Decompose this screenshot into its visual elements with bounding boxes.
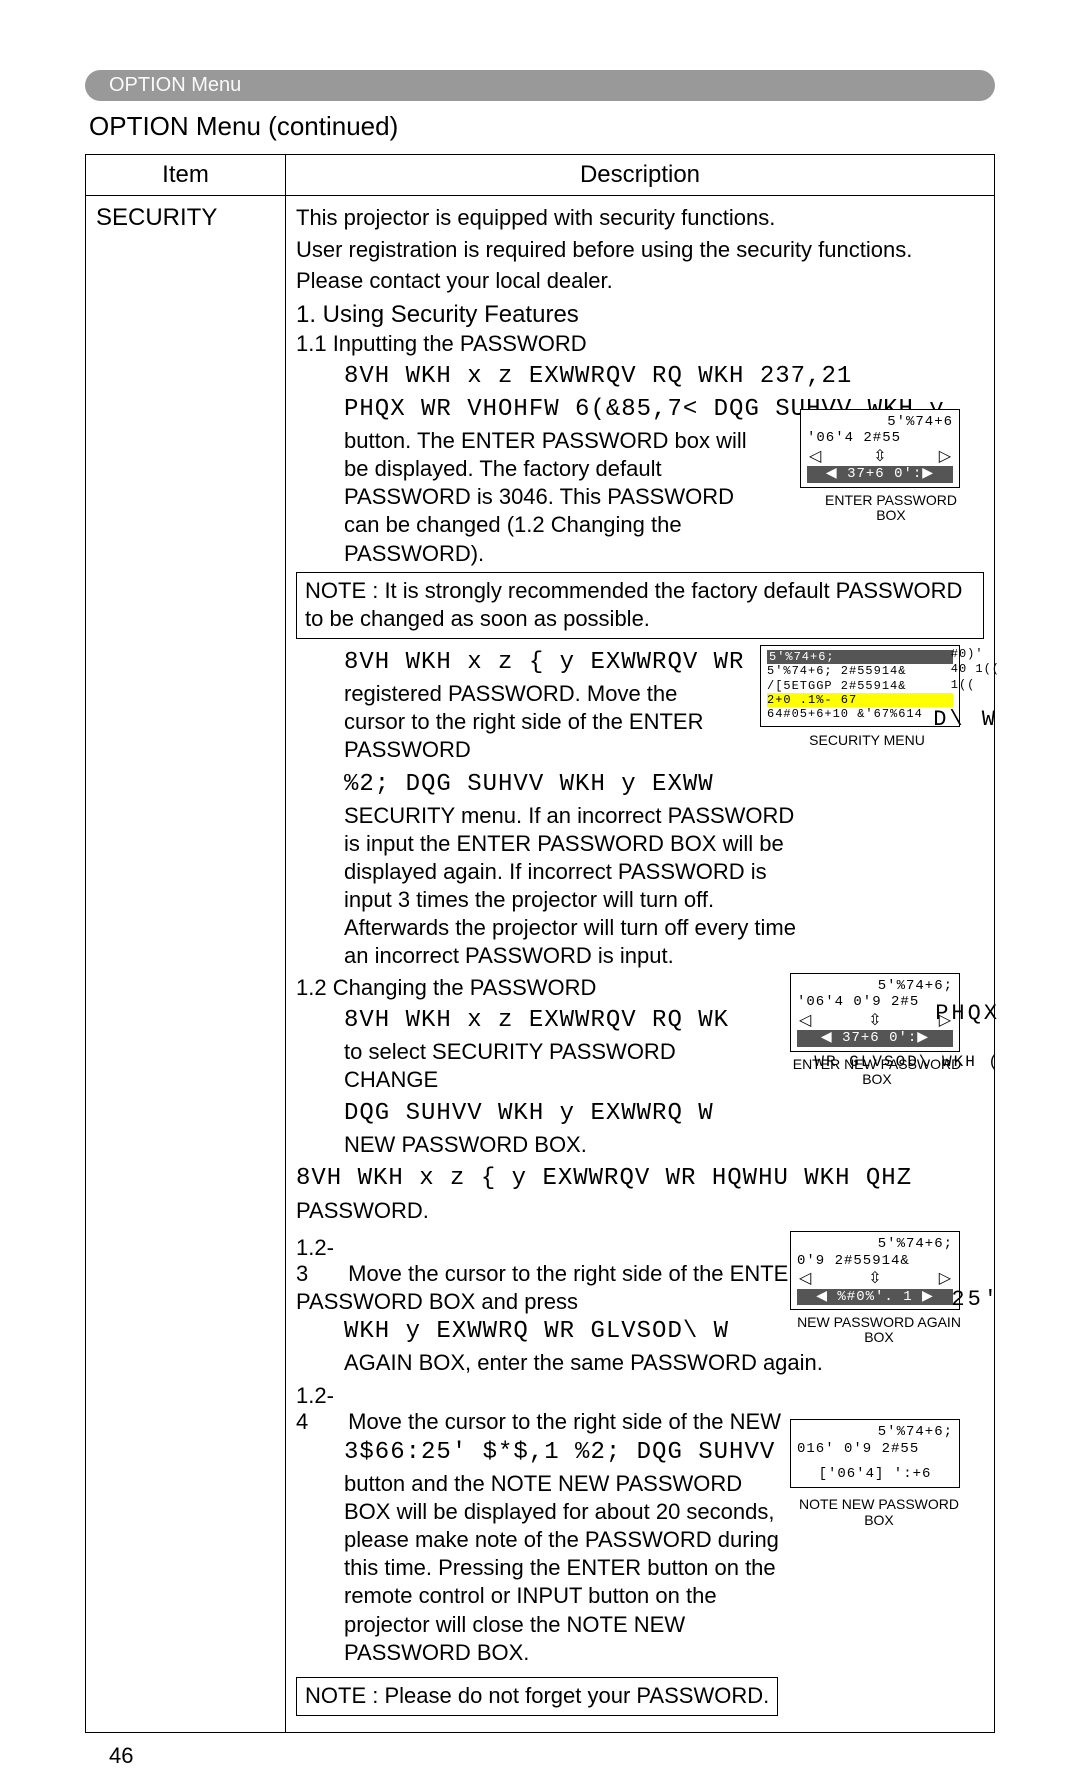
ui-line: 2+0 .1%- 67 (767, 693, 953, 707)
ui-line: 5'%74+6; (797, 1424, 953, 1441)
right-arrow-icon: ▷ (939, 1269, 951, 1288)
garbled-tail: D\ W (933, 707, 998, 732)
body-text: SECURITY menu. If an incorrect PASSWORD … (344, 802, 814, 971)
ui-side: 40 1(( (951, 662, 1000, 678)
ui-note-new-password-box: 5'%74+6; 016' 0'9 2#55 ['06'4] ':+6 (790, 1419, 960, 1487)
header-desc: Description (286, 155, 995, 196)
body-text: registered PASSWORD. Move the cursor to … (344, 680, 744, 764)
garbled-tail: WR GLVSOD\ WKH ( (814, 1053, 1000, 1071)
ui-caption: NOTE NEW PASSWORD BOX (794, 1497, 964, 1528)
ui-security-menu: 5'%74+6; 5'%74+6; 2#55914& /[5ETGGP 2#55… (760, 645, 960, 727)
item-cell: SECURITY (86, 196, 286, 1733)
ui-line: '06'4 2#55 (807, 430, 953, 447)
ui-line: 5'%74+6; (797, 978, 953, 995)
description-cell: This projector is equipped with security… (286, 196, 995, 1733)
ui-line: 5'%74+6; (767, 650, 953, 664)
body-text: button and the NOTE NEW PASSWORD BOX wil… (344, 1470, 784, 1667)
garbled-text: DQG SUHVV WKH y EXWWRQ W (344, 1098, 744, 1129)
updown-arrow-icon: ⇳ (868, 1269, 881, 1288)
page-number: 46 (109, 1743, 995, 1769)
ui-line: 5'%74+6; (797, 1236, 953, 1253)
body-text: NEW PASSWORD BOX. (344, 1131, 984, 1159)
left-arrow-icon: ◁ (799, 1269, 811, 1288)
ui-caption: ENTER PASSWORD BOX (816, 493, 966, 524)
ui-side: 1(( (951, 678, 1000, 694)
intro-line-3: Please contact your local dealer. (296, 267, 984, 295)
ui-side: #0)' (951, 647, 1000, 663)
ui-line: 0'9 2#55914& (797, 1253, 953, 1270)
ui-line: 5'%74+6 (807, 414, 953, 431)
updown-arrow-icon: ⇳ (873, 447, 886, 466)
left-arrow-icon: ◁ (799, 1011, 811, 1030)
left-arrow-icon: ◁ (809, 447, 821, 466)
body-text: PASSWORD. (296, 1197, 984, 1225)
garbled-text: %2; DQG SUHVV WKH y EXWW (344, 769, 984, 800)
ui-line: ◀ 37+6 0':▶ (807, 466, 953, 483)
intro-line-1: This projector is equipped with security… (296, 204, 984, 232)
body-text: Move the cursor to the right side of the… (348, 1409, 781, 1434)
body-text: button. The ENTER PASSWORD box will be d… (344, 427, 774, 568)
step-number: 1.2-4 (296, 1383, 342, 1435)
note-text: NOTE : Please do not forget your PASSWOR… (305, 1683, 769, 1708)
body-text: Move the cursor to the right side of the… (296, 1261, 862, 1314)
garbled-text: 8VH WKH x z EXWWRQV RQ WKH 237,21 (344, 361, 984, 392)
intro-block: This projector is equipped with security… (296, 204, 984, 295)
ui-line: 64#05+6+10 &'67%614 (767, 707, 953, 721)
body-text: AGAIN BOX, enter the same PASSWORD again… (344, 1349, 984, 1377)
body-text: to select SECURITY PASSWORD CHANGE (344, 1038, 744, 1094)
sidetext: #0)' 40 1(( 1(( (951, 647, 1000, 694)
ui-line: ['06'4] ':+6 (797, 1466, 953, 1483)
ui-line: ◀ %#0%'. 1 ▶ (797, 1289, 953, 1306)
ui-enter-password-box: 5'%74+6 '06'4 2#55 ◁ ⇳ ▷ ◀ 37+6 0':▶ (800, 409, 960, 489)
heading-1: 1. Using Security Features (296, 301, 984, 329)
ui-line: 016' 0'9 2#55 (797, 1441, 953, 1458)
breadcrumb: OPTION Menu (85, 70, 995, 101)
ui-line: '06'4 0'9 2#5 (797, 994, 953, 1011)
ui-line: ◀ 37+6 0':▶ (797, 1030, 953, 1047)
ui-new-password-again-box: 5'%74+6; 0'9 2#55914& ◁ ⇳ ▷ ◀ %#0%'. 1 ▶ (790, 1231, 960, 1311)
ui-caption: SECURITY MENU (792, 733, 942, 748)
subheading-1-1: 1.1 Inputting the PASSWORD (296, 331, 984, 357)
ui-line: 5'%74+6; 2#55914& (767, 664, 953, 678)
note-text: NOTE : It is strongly recommended the fa… (305, 578, 962, 632)
updown-arrow-icon: ⇳ (868, 1011, 881, 1030)
garbled-tail: 25' (951, 1287, 1000, 1312)
breadcrumb-text: OPTION Menu (109, 74, 241, 96)
section-title: OPTION Menu (continued) (89, 111, 995, 142)
garbled-tail: PHQX (935, 1001, 1000, 1026)
header-item: Item (86, 155, 286, 196)
note-box: NOTE : It is strongly recommended the fa… (296, 572, 984, 639)
intro-line-2: User registration is required before usi… (296, 236, 984, 264)
note-box-final: NOTE : Please do not forget your PASSWOR… (296, 1677, 778, 1716)
ui-caption: NEW PASSWORD AGAIN BOX (794, 1315, 964, 1346)
garbled-text: 8VH WKH x z { y EXWWRQV WR HQWHU WKH QHZ (296, 1163, 984, 1194)
ui-line: /[5ETGGP 2#55914& (767, 679, 953, 693)
step-number: 1.2-3 (296, 1235, 342, 1287)
option-table: Item Description SECURITY This projector… (85, 154, 995, 1733)
right-arrow-icon: ▷ (939, 447, 951, 466)
